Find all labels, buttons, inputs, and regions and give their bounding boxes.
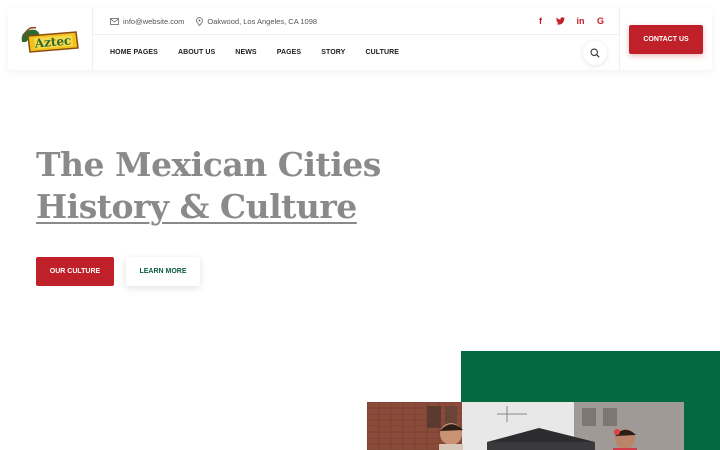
logo[interactable]: Aztec [8, 8, 93, 70]
nav-item-about-us[interactable]: ABOUT US [178, 49, 215, 56]
nav-item-story[interactable]: STORY [321, 49, 345, 56]
festival-photo-image [367, 402, 684, 450]
our-culture-button[interactable]: OUR CULTURE [36, 257, 114, 286]
email-text: info@website.com [123, 16, 185, 26]
learn-more-button[interactable]: LEARN MORE [126, 257, 200, 286]
festival-photo [367, 402, 684, 450]
nav-item-news[interactable]: NEWS [235, 49, 256, 56]
address-text: Oakwood, Los Angeles, CA 1098 [207, 16, 318, 26]
facebook-icon[interactable]: f [536, 16, 545, 26]
nav-item-pages[interactable]: PAGES [277, 49, 302, 56]
search-icon [590, 47, 600, 58]
aztec-logo-image: Aztec [21, 26, 79, 53]
nav-item-culture[interactable]: CULTURE [365, 49, 399, 56]
nav-item-home-pages[interactable]: HOME PAGES [110, 49, 158, 56]
envelope-icon [110, 17, 119, 25]
address-info: Oakwood, Los Angeles, CA 1098 [196, 17, 317, 26]
page: Aztec info@website.com Oakwood, Los Ange… [0, 0, 720, 450]
header-cta: CONTACT US [619, 8, 712, 70]
social-links: f in G [536, 16, 605, 26]
twitter-icon[interactable] [556, 17, 565, 26]
hero-title-line2[interactable]: History & Culture [36, 187, 357, 226]
hero-title-line1: The Mexican Cities [36, 145, 381, 184]
site-header: Aztec info@website.com Oakwood, Los Ange… [8, 8, 712, 70]
header-main: info@website.com Oakwood, Los Angeles, C… [93, 8, 619, 70]
google-icon[interactable]: G [596, 16, 605, 26]
search-button[interactable] [583, 40, 607, 65]
top-bar: info@website.com Oakwood, Los Angeles, C… [93, 8, 619, 35]
main-nav: HOME PAGES ABOUT US NEWS PAGES STORY CUL… [93, 35, 619, 70]
linkedin-icon[interactable]: in [576, 16, 585, 26]
email-info[interactable]: info@website.com [110, 17, 184, 26]
location-pin-icon [196, 16, 204, 26]
contact-us-button[interactable]: CONTACT US [629, 24, 703, 54]
hero-title: The Mexican Cities History & Culture [36, 144, 381, 228]
